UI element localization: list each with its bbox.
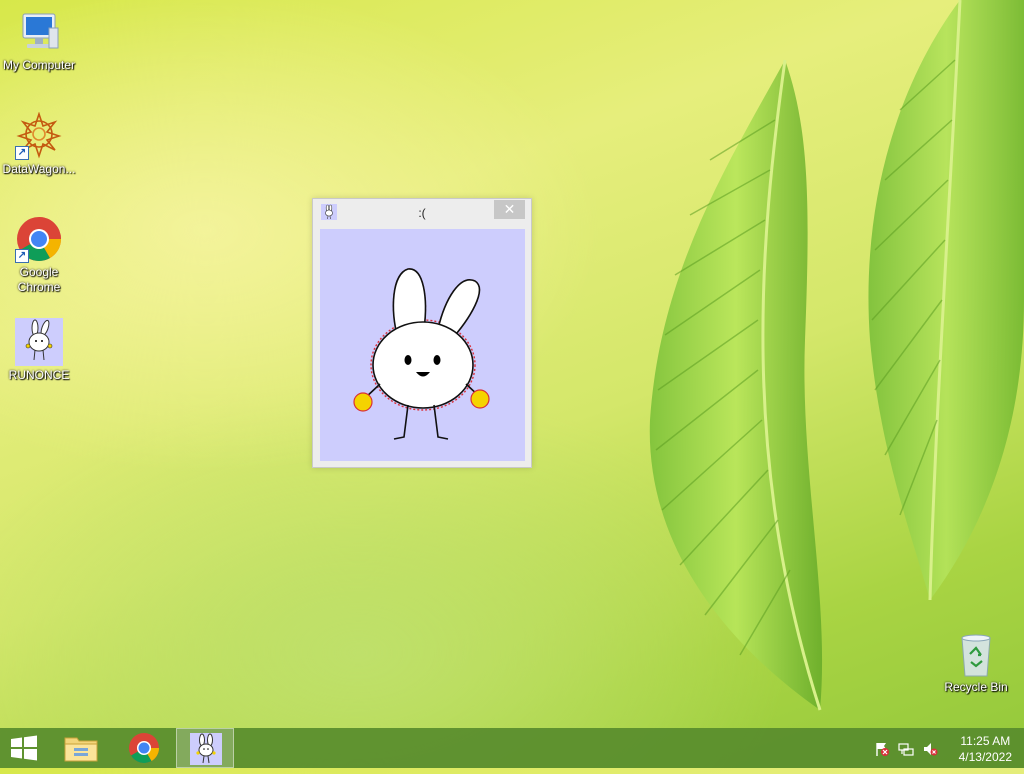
leaf-right-decoration: [868, 0, 1024, 601]
desktop-icon-label: RUNONCE: [8, 368, 70, 382]
computer-icon: [15, 8, 63, 56]
start-button[interactable]: [0, 728, 48, 768]
taskbar-runonce[interactable]: [176, 728, 234, 768]
desktop-icon-google-chrome[interactable]: ↗ Google Chrome: [0, 215, 78, 295]
desktop-icon-label: Recycle Bin: [944, 680, 1008, 694]
window-titlebar[interactable]: :( ✕: [313, 199, 531, 227]
clock-time: 11:25 AM: [960, 734, 1011, 748]
desktop-icon-my-computer[interactable]: My Computer: [0, 8, 78, 73]
action-center-flag-icon[interactable]: [874, 741, 890, 757]
desktop-icon-label: Google Chrome: [17, 265, 61, 294]
close-button[interactable]: ✕: [494, 200, 525, 219]
bunny-icon: [15, 318, 63, 366]
runonce-window[interactable]: :( ✕: [312, 198, 532, 468]
recycle-bin-icon: [952, 630, 1000, 678]
taskbar-file-explorer[interactable]: [52, 728, 110, 768]
desktop-icon-recycle-bin[interactable]: Recycle Bin: [937, 630, 1015, 695]
volume-muted-icon[interactable]: [922, 741, 938, 757]
desktop-icon-label: DataWagon...: [2, 162, 76, 176]
clock-date: 4/13/2022: [958, 750, 1012, 764]
taskbar: 11:25 AM 4/13/2022: [0, 728, 1024, 768]
network-icon[interactable]: [898, 741, 914, 757]
datawagon-icon: ↗: [15, 111, 63, 160]
shortcut-arrow-icon: ↗: [15, 146, 29, 160]
desktop-icon-label: My Computer: [2, 58, 76, 72]
window-client-area: [320, 229, 525, 461]
desktop-icon-runonce[interactable]: RUNONCE: [0, 318, 78, 383]
leaf-left-decoration: [649, 59, 823, 711]
taskbar-chrome[interactable]: [115, 728, 173, 768]
chrome-icon: [129, 733, 159, 764]
bunny-icon: [190, 733, 222, 765]
shortcut-arrow-icon: ↗: [15, 249, 29, 263]
folder-icon: [64, 737, 98, 762]
system-clock[interactable]: 11:25 AM 4/13/2022: [959, 733, 1012, 765]
bunny-icon: [353, 268, 490, 440]
chrome-icon: ↗: [15, 215, 63, 263]
desktop-icon-datawagon[interactable]: ↗ DataWagon...: [0, 111, 78, 177]
windows-logo-icon: [11, 735, 37, 761]
